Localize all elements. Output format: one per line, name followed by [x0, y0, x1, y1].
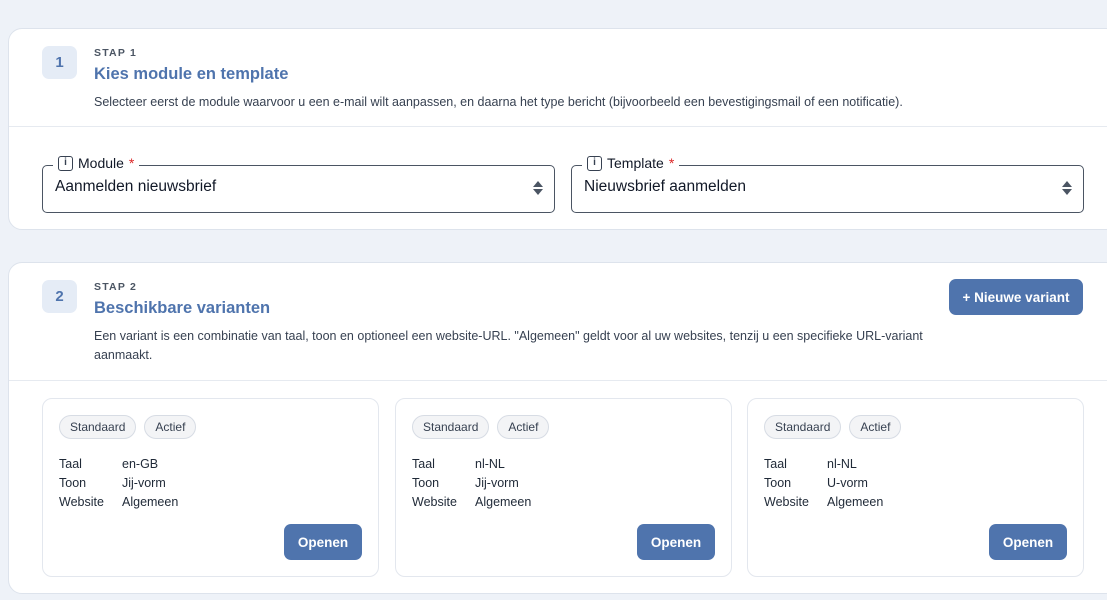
prop-label-tone: Toon	[764, 476, 792, 490]
step-2-divider	[9, 380, 1107, 381]
variant-properties: Taal nl-NL Toon Jij-vorm Website Algemeen	[412, 455, 531, 512]
prop-label-website: Website	[59, 495, 104, 509]
variant-properties: Taal nl-NL Toon U-vorm Website Algemeen	[764, 455, 883, 512]
badge-active: Actief	[497, 415, 550, 439]
badge-default: Standaard	[764, 415, 842, 439]
variant-language: nl-NL	[827, 457, 857, 471]
required-mark: *	[128, 155, 135, 171]
variant-language: en-GB	[122, 457, 159, 471]
module-label: Module	[78, 155, 124, 171]
prop-label-language: Taal	[59, 457, 82, 471]
new-variant-button[interactable]: + Nieuwe variant	[949, 279, 1083, 315]
sort-arrows-icon	[1062, 181, 1072, 195]
variant-website: Algemeen	[475, 495, 532, 509]
badge-active: Actief	[849, 415, 902, 439]
prop-label-tone: Toon	[412, 476, 440, 490]
step-1-card: 1 STAP 1 Kies module en template Selecte…	[8, 28, 1107, 230]
variant-card: Standaard Actief Taal nl-NL Toon U-vorm We…	[747, 398, 1084, 577]
step-2-label: STAP 2	[94, 281, 137, 293]
step-2-title: Beschikbare varianten	[94, 299, 271, 317]
variant-tone: Jij-vorm	[475, 476, 519, 490]
template-label: Template	[607, 155, 664, 171]
template-select[interactable]: i Template * Nieuwsbrief aanmelden	[571, 155, 1084, 213]
step-2-number: 2	[42, 280, 77, 313]
open-variant-button[interactable]: Openen	[284, 524, 362, 560]
variant-website: Algemeen	[122, 495, 179, 509]
step-1-description: Selecteer eerst de module waarvoor u een…	[94, 95, 903, 109]
info-icon[interactable]: i	[58, 155, 73, 171]
prop-label-website: Website	[412, 495, 457, 509]
sort-arrows-icon	[533, 181, 543, 195]
module-select[interactable]: i Module * Aanmelden nieuwsbrief	[42, 155, 555, 213]
step-1-divider	[9, 126, 1107, 127]
open-variant-button[interactable]: Openen	[637, 524, 715, 560]
open-variant-button[interactable]: Openen	[989, 524, 1067, 560]
module-select-legend: i Module *	[53, 155, 140, 171]
step-1-label: STAP 1	[94, 47, 137, 59]
prop-label-website: Website	[764, 495, 809, 509]
variant-tone: U-vorm	[827, 476, 868, 490]
prop-label-language: Taal	[764, 457, 787, 471]
badge-default: Standaard	[412, 415, 490, 439]
template-select-legend: i Template *	[582, 155, 680, 171]
step-2-card: 2 STAP 2 Beschikbare varianten Een varia…	[8, 262, 1107, 594]
badge-active: Actief	[144, 415, 197, 439]
module-select-value: Aanmelden nieuwsbrief	[55, 178, 217, 195]
step-1-number: 1	[42, 46, 77, 79]
variant-language: nl-NL	[475, 457, 505, 471]
template-select-value: Nieuwsbrief aanmelden	[584, 178, 746, 195]
variant-card: Standaard Actief Taal en-GB Toon Jij-vorm …	[42, 398, 379, 577]
prop-label-tone: Toon	[59, 476, 87, 490]
badge-default: Standaard	[59, 415, 137, 439]
prop-label-language: Taal	[412, 457, 435, 471]
required-mark: *	[668, 155, 675, 171]
variant-website: Algemeen	[827, 495, 884, 509]
variant-tone: Jij-vorm	[122, 476, 166, 490]
variant-properties: Taal en-GB Toon Jij-vorm Website Algemeen	[59, 455, 178, 512]
variant-card: Standaard Actief Taal nl-NL Toon Jij-vorm …	[395, 398, 732, 577]
info-icon[interactable]: i	[587, 155, 602, 171]
step-1-title: Kies module en template	[94, 65, 289, 83]
step-2-description: Een variant is een combinatie van taal, …	[94, 329, 923, 362]
